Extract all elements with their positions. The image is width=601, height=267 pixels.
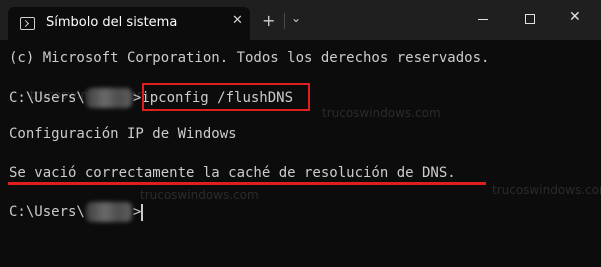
watermark-text: trucoswindows.com <box>140 188 259 202</box>
terminal-icon <box>20 17 35 30</box>
current-prompt-line[interactable]: C:\Users\ > <box>9 202 144 222</box>
copyright-line: (c) Microsoft Corporation. Todos los der… <box>9 50 490 66</box>
title-bar: Símbolo del sistema ✕ + ⌄ ✕ <box>0 0 601 40</box>
divider <box>284 13 285 29</box>
watermark-text: trucoswindows.com <box>322 106 441 120</box>
minimize-icon[interactable] <box>478 19 488 20</box>
watermark-text: trucoswindows.com <box>492 183 601 197</box>
new-tab-icon[interactable]: + <box>262 11 275 30</box>
tab-simbolo-del-sistema[interactable]: Símbolo del sistema ✕ <box>8 7 250 40</box>
redacted-username <box>85 202 132 222</box>
close-icon[interactable]: ✕ <box>569 9 581 25</box>
tab-close-icon[interactable]: ✕ <box>232 13 243 28</box>
redacted-username <box>85 88 132 108</box>
terminal-window: Símbolo del sistema ✕ + ⌄ ✕ trucoswindow… <box>0 0 601 267</box>
maximize-icon[interactable] <box>525 14 535 24</box>
text-cursor <box>141 203 144 221</box>
prompt-path: C:\Users\ <box>9 90 85 106</box>
command-highlight-box <box>142 83 310 111</box>
flush-result-line: Se vació correctamente la caché de resol… <box>9 165 456 181</box>
ip-config-header: Configuración IP de Windows <box>9 126 237 142</box>
result-underline <box>8 182 486 185</box>
prompt-symbol: > <box>132 204 142 220</box>
chevron-down-icon[interactable]: ⌄ <box>291 11 301 25</box>
tab-title: Símbolo del sistema <box>46 15 178 30</box>
prompt-path: C:\Users\ <box>9 204 85 220</box>
